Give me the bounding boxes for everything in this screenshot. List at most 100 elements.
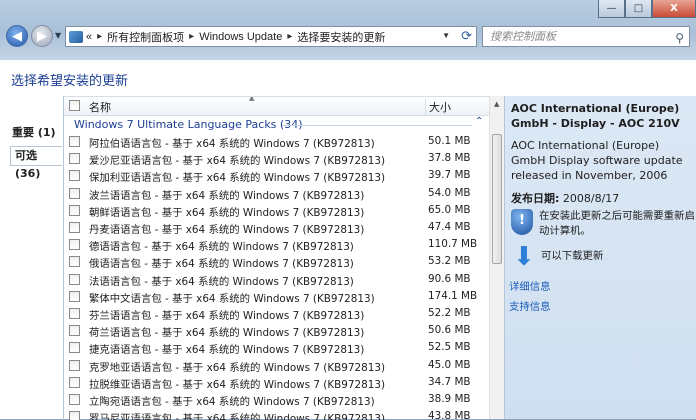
- update-size: 50.6 MB: [428, 324, 471, 337]
- row-checkbox[interactable]: [69, 376, 80, 388]
- table-row[interactable]: 芬兰语语言包 - 基于 x64 系统的 Windows 7 (KB972813)…: [64, 305, 490, 322]
- update-size: 174.1 MB: [428, 289, 478, 302]
- group-divider: [282, 125, 472, 126]
- recent-pages-chevron-down-icon[interactable]: ▼: [55, 31, 61, 40]
- update-name: 捷克语语言包 - 基于 x64 系统的 Windows 7 (KB972813): [89, 344, 365, 357]
- update-name: 朝鲜语语言包 - 基于 x64 系统的 Windows 7 (KB972813): [89, 206, 365, 219]
- row-checkbox[interactable]: [69, 204, 80, 216]
- update-size: 53.2 MB: [428, 255, 471, 268]
- address-overflow[interactable]: «: [86, 31, 92, 43]
- row-checkbox[interactable]: [69, 187, 80, 199]
- row-checkbox[interactable]: [69, 359, 80, 371]
- breadcrumb-windows-update[interactable]: Windows Update: [199, 31, 282, 43]
- update-name: 保加利亚语语言包 - 基于 x64 系统的 Windows 7 (KB97281…: [89, 172, 386, 185]
- sort-arrow-icon: ▲: [249, 96, 255, 102]
- scroll-up-arrow-icon[interactable]: ▲: [494, 100, 499, 108]
- update-name: 荷兰语语言包 - 基于 x64 系统的 Windows 7 (KB972813): [89, 327, 365, 340]
- row-checkbox[interactable]: [69, 290, 80, 302]
- support-info-link[interactable]: 支持信息: [509, 298, 551, 313]
- nav-optional-updates[interactable]: 可选 (36): [10, 146, 62, 180]
- select-all-checkbox[interactable]: [69, 100, 80, 111]
- row-checkbox[interactable]: [69, 222, 80, 233]
- content-area: 选择希望安装的更新 重要 (1) 可选 (36) ▲ 名称 大小 Windows…: [0, 60, 696, 420]
- breadcrumb-separator-icon[interactable]: ▸: [287, 31, 292, 42]
- search-placeholder: 搜索控制面板: [490, 30, 556, 43]
- table-row[interactable]: 俄语语言包 - 基于 x64 系统的 Windows 7 (KB972813) 5…: [64, 253, 490, 270]
- list-scrollbar[interactable]: ▲: [489, 96, 505, 419]
- download-notice: ⬇ 可以下载更新: [511, 244, 693, 274]
- row-checkbox[interactable]: [69, 342, 80, 354]
- row-checkbox[interactable]: [69, 325, 80, 337]
- row-checkbox[interactable]: [69, 308, 80, 319]
- window-chrome: — □ X ◀ ▶ ▼ « ▸ 所有控制面板项 ▸ Windows Update…: [0, 0, 696, 60]
- download-notice-text: 可以下载更新: [541, 250, 604, 262]
- update-name: 波兰语语言包 - 基于 x64 系统的 Windows 7 (KB972813): [89, 189, 365, 202]
- table-row[interactable]: 爱沙尼亚语语言包 - 基于 x64 系统的 Windows 7 (KB97281…: [64, 150, 490, 167]
- row-checkbox[interactable]: [69, 153, 80, 165]
- table-row[interactable]: 拉脱维亚语语言包 - 基于 x64 系统的 Windows 7 (KB97281…: [64, 374, 490, 391]
- scrollbar-thumb[interactable]: [492, 134, 502, 264]
- breadcrumb-all-control-panel-items[interactable]: 所有控制面板项: [107, 29, 184, 45]
- row-checkbox[interactable]: [69, 273, 80, 285]
- update-name: 立陶宛语语言包 - 基于 x64 系统的 Windows 7 (KB972813…: [89, 396, 375, 408]
- update-size: 50.1 MB: [428, 135, 471, 147]
- nav-important-updates[interactable]: 重要 (1): [12, 124, 56, 140]
- table-row[interactable]: 捷克语语言包 - 基于 x64 系统的 Windows 7 (KB972813)…: [64, 339, 490, 356]
- table-row[interactable]: 丹麦语语言包 - 基于 x64 系统的 Windows 7 (KB972813)…: [64, 219, 490, 236]
- table-row[interactable]: 法语语言包 - 基于 x64 系统的 Windows 7 (KB972813) 9…: [64, 271, 490, 288]
- page-title: 选择希望安装的更新: [11, 74, 129, 89]
- column-name-header[interactable]: 名称: [89, 99, 111, 115]
- update-name: 阿拉伯语语言包 - 基于 x64 系统的 Windows 7 (KB972813…: [89, 138, 375, 150]
- forward-button[interactable]: ▶: [31, 25, 53, 47]
- release-date-label: 发布日期:: [511, 192, 560, 205]
- detail-title: AOC International (Europe) GmbH - Displa…: [511, 102, 680, 130]
- back-button[interactable]: ◀: [6, 25, 28, 47]
- update-size: 52.5 MB: [428, 341, 471, 354]
- table-row[interactable]: 罗马尼亚语语言包 - 基于 x64 系统的 Windows 7 (KB97281…: [64, 408, 490, 420]
- update-name: 德语语言包 - 基于 x64 系统的 Windows 7 (KB972813): [89, 241, 354, 254]
- refresh-icon[interactable]: ⟳: [461, 28, 472, 44]
- breadcrumb-separator-icon[interactable]: ▸: [97, 31, 102, 42]
- table-row[interactable]: 朝鲜语语言包 - 基于 x64 系统的 Windows 7 (KB972813)…: [64, 202, 490, 219]
- update-name: 繁体中文语言包 - 基于 x64 系统的 Windows 7 (KB972813…: [89, 292, 375, 305]
- breadcrumb-separator-icon[interactable]: ▸: [189, 31, 194, 42]
- table-row[interactable]: 立陶宛语语言包 - 基于 x64 系统的 Windows 7 (KB972813…: [64, 391, 490, 408]
- table-row[interactable]: 保加利亚语语言包 - 基于 x64 系统的 Windows 7 (KB97281…: [64, 167, 490, 184]
- release-date-value: 2008/8/17: [562, 192, 620, 205]
- row-checkbox[interactable]: [69, 136, 80, 147]
- table-row[interactable]: 荷兰语语言包 - 基于 x64 系统的 Windows 7 (KB972813)…: [64, 322, 490, 339]
- column-size-header[interactable]: 大小: [425, 99, 451, 115]
- table-row[interactable]: 克罗地亚语语言包 - 基于 x64 系统的 Windows 7 (KB97281…: [64, 357, 490, 374]
- more-info-link[interactable]: 详细信息: [509, 278, 551, 293]
- search-input[interactable]: 搜索控制面板 ⚲: [482, 26, 690, 47]
- update-name: 拉脱维亚语语言包 - 基于 x64 系统的 Windows 7 (KB97281…: [89, 378, 386, 391]
- address-chevron-down-icon[interactable]: ▼: [442, 31, 450, 40]
- column-header: ▲ 名称 大小: [64, 97, 490, 116]
- table-row[interactable]: 阿拉伯语语言包 - 基于 x64 系统的 Windows 7 (KB972813…: [64, 133, 490, 150]
- row-checkbox[interactable]: [69, 394, 80, 405]
- table-row[interactable]: 德语语言包 - 基于 x64 系统的 Windows 7 (KB972813) 1…: [64, 236, 490, 253]
- window-controls: — □ X: [598, 0, 696, 18]
- group-title: Windows 7 Ultimate Language Packs (34): [74, 118, 303, 131]
- minimize-button[interactable]: —: [598, 0, 625, 18]
- maximize-button[interactable]: □: [625, 0, 652, 18]
- collapse-chevron-up-icon[interactable]: ⌃: [475, 116, 483, 127]
- close-button[interactable]: X: [652, 0, 696, 18]
- update-size: 47.4 MB: [428, 221, 471, 233]
- update-size: 45.0 MB: [428, 358, 471, 371]
- row-checkbox[interactable]: [69, 239, 80, 251]
- update-list: ▲ 名称 大小 Windows 7 Ultimate Language Pack…: [63, 96, 490, 420]
- address-bar[interactable]: « ▸ 所有控制面板项 ▸ Windows Update ▸ 选择要安装的更新 …: [65, 26, 477, 47]
- row-checkbox[interactable]: [69, 256, 80, 268]
- control-panel-icon: [69, 30, 83, 43]
- search-icon[interactable]: ⚲: [675, 29, 684, 48]
- table-row[interactable]: 波兰语语言包 - 基于 x64 系统的 Windows 7 (KB972813)…: [64, 185, 490, 202]
- group-header[interactable]: Windows 7 Ultimate Language Packs (34) ⌃: [64, 116, 490, 133]
- navigation-bar: ◀ ▶ ▼ « ▸ 所有控制面板项 ▸ Windows Update ▸ 选择要…: [0, 22, 696, 52]
- row-checkbox[interactable]: [69, 170, 80, 182]
- table-row[interactable]: 繁体中文语言包 - 基于 x64 系统的 Windows 7 (KB972813…: [64, 288, 490, 305]
- breadcrumb-select-updates[interactable]: 选择要安装的更新: [297, 29, 385, 45]
- update-name: 爱沙尼亚语语言包 - 基于 x64 系统的 Windows 7 (KB97281…: [89, 155, 386, 168]
- update-size: 38.9 MB: [428, 393, 471, 405]
- update-size: 52.2 MB: [428, 307, 471, 319]
